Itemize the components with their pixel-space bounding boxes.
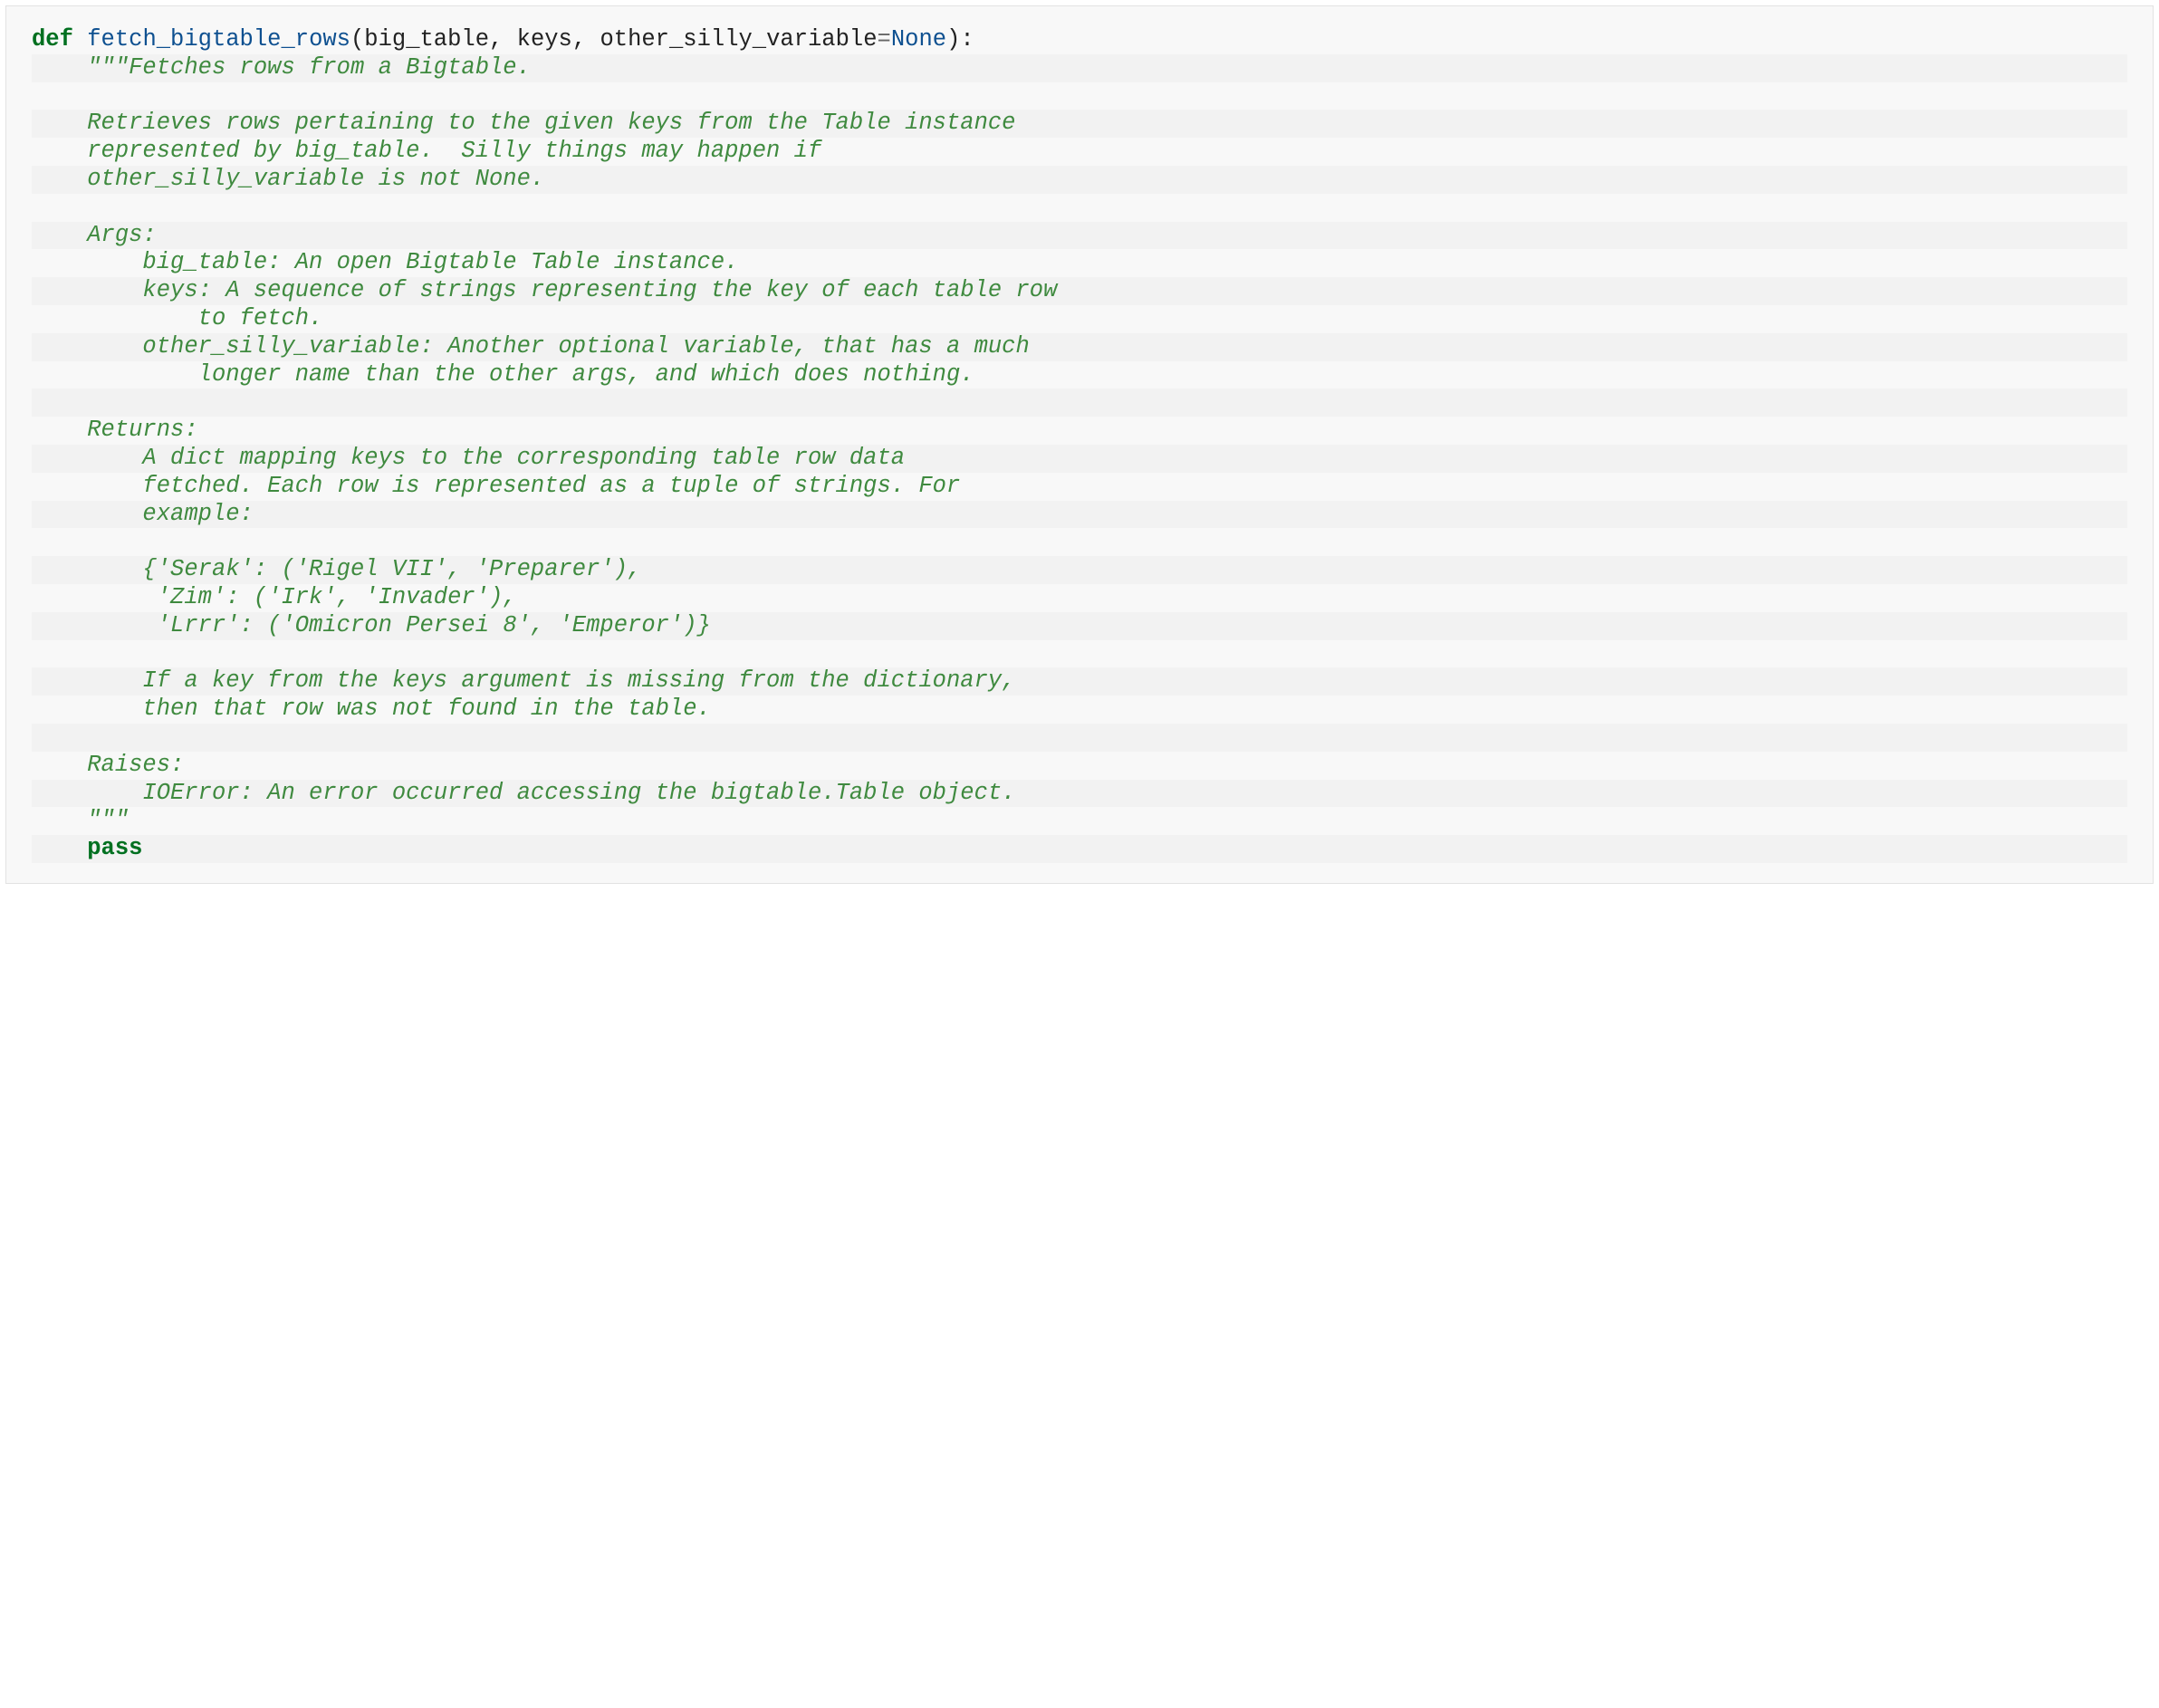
code-line — [32, 724, 2127, 752]
docstring-line: to fetch. — [87, 305, 322, 331]
none-builtin: None — [891, 26, 946, 53]
colon: : — [960, 26, 974, 53]
code-line: pass — [32, 835, 2127, 863]
docstring-line: other_silly_variable: Another optional v… — [87, 333, 1030, 360]
docstring-line: represented by big_table. Silly things m… — [87, 138, 821, 164]
docstring-line: If a key from the keys argument is missi… — [87, 667, 1015, 694]
code-block: def fetch_bigtable_rows(big_table, keys,… — [5, 5, 2154, 884]
code-line: def fetch_bigtable_rows(big_table, keys,… — [32, 26, 2127, 54]
space — [73, 26, 87, 53]
code-line: Args: — [32, 222, 2127, 250]
docstring-line: keys: A sequence of strings representing… — [87, 277, 1057, 303]
code-line: longer name than the other args, and whi… — [32, 361, 2127, 389]
code-line — [32, 82, 2127, 110]
comma: , — [489, 26, 517, 53]
code-line: 'Lrrr': ('Omicron Persei 8', 'Emperor')} — [32, 612, 2127, 640]
docstring-line: Returns: — [87, 417, 197, 443]
code-line: A dict mapping keys to the corresponding… — [32, 445, 2127, 473]
func-name: fetch_bigtable_rows — [87, 26, 350, 53]
docstring-line: IOError: An error occurred accessing the… — [87, 780, 1015, 806]
docstring-line: big_table: An open Bigtable Table instan… — [87, 249, 738, 275]
code-line: to fetch. — [32, 305, 2127, 333]
docstring-line: 'Lrrr': ('Omicron Persei 8', 'Emperor')} — [87, 612, 711, 638]
code-line: example: — [32, 501, 2127, 529]
docstring-line: example: — [87, 501, 254, 527]
rparen: ) — [946, 26, 960, 53]
code-line: If a key from the keys argument is missi… — [32, 667, 2127, 696]
lparen: ( — [350, 26, 364, 53]
code-line: """Fetches rows from a Bigtable. — [32, 54, 2127, 82]
docstring-line: fetched. Each row is represented as a tu… — [87, 473, 960, 499]
keyword-pass: pass — [87, 835, 142, 861]
code-line: then that row was not found in the table… — [32, 696, 2127, 724]
code-line: fetched. Each row is represented as a tu… — [32, 473, 2127, 501]
equals-operator: = — [878, 26, 891, 53]
code-line: keys: A sequence of strings representing… — [32, 277, 2127, 305]
param-other-silly-variable: other_silly_variable — [600, 26, 877, 53]
docstring-line: Args: — [87, 222, 157, 248]
docstring-close: """ — [87, 807, 129, 833]
code-line: 'Zim': ('Irk', 'Invader'), — [32, 584, 2127, 612]
docstring-line: Raises: — [87, 752, 184, 778]
code-inner: def fetch_bigtable_rows(big_table, keys,… — [6, 6, 2153, 883]
code-line — [32, 640, 2127, 668]
code-line: other_silly_variable: Another optional v… — [32, 333, 2127, 361]
code-line: Returns: — [32, 417, 2127, 445]
keyword-def: def — [32, 26, 73, 53]
code-line: IOError: An error occurred accessing the… — [32, 780, 2127, 808]
docstring-line: A dict mapping keys to the corresponding… — [87, 445, 905, 471]
docstring-line: longer name than the other args, and whi… — [87, 361, 974, 388]
param-big-table: big_table — [364, 26, 489, 53]
docstring-line: {'Serak': ('Rigel VII', 'Preparer'), — [87, 556, 641, 582]
code-line: other_silly_variable is not None. — [32, 166, 2127, 194]
code-line: represented by big_table. Silly things m… — [32, 138, 2127, 166]
code-line: """ — [32, 807, 2127, 835]
docstring-line: 'Zim': ('Irk', 'Invader'), — [87, 584, 516, 610]
docstring-line: then that row was not found in the table… — [87, 696, 711, 722]
code-line — [32, 389, 2127, 417]
code-line: big_table: An open Bigtable Table instan… — [32, 249, 2127, 277]
docstring-line: Retrieves rows pertaining to the given k… — [87, 110, 1015, 136]
code-line — [32, 194, 2127, 222]
code-line: {'Serak': ('Rigel VII', 'Preparer'), — [32, 556, 2127, 584]
comma: , — [572, 26, 600, 53]
code-line: Retrieves rows pertaining to the given k… — [32, 110, 2127, 138]
docstring-open: """Fetches rows from a Bigtable. — [87, 54, 531, 81]
docstring-line: other_silly_variable is not None. — [87, 166, 544, 192]
param-keys: keys — [517, 26, 572, 53]
code-line: Raises: — [32, 752, 2127, 780]
code-line — [32, 528, 2127, 556]
